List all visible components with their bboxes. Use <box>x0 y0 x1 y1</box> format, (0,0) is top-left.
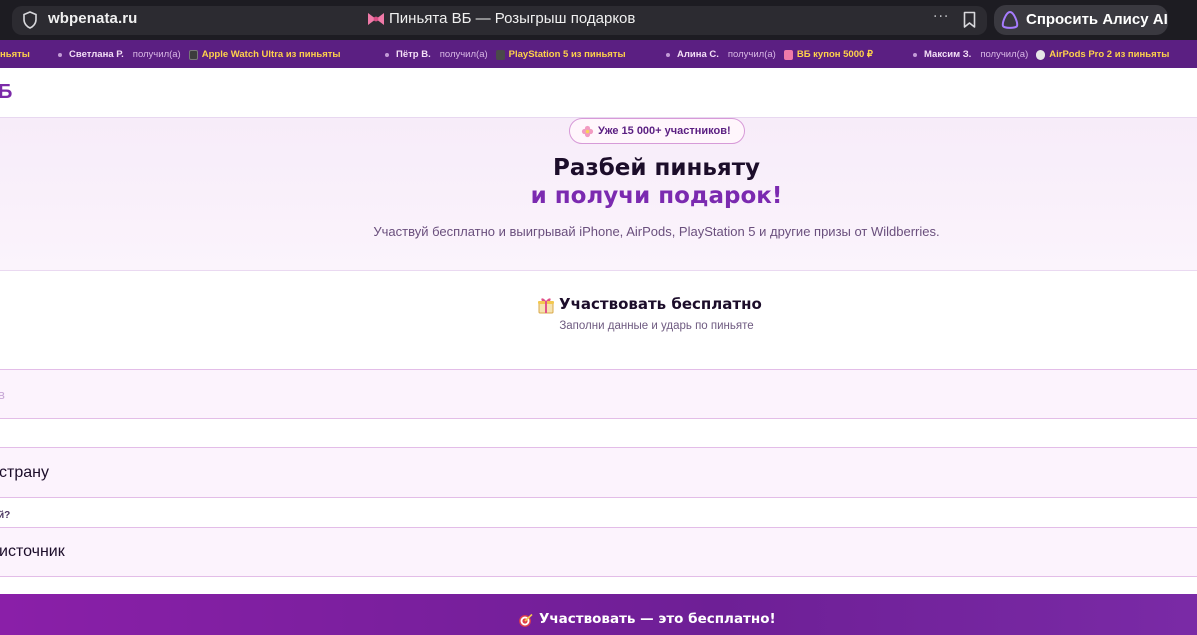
ticker-dot <box>385 52 389 57</box>
bookmark-icon[interactable] <box>962 11 977 29</box>
ticker-dot <box>666 52 670 57</box>
ticker-action: получил(а) <box>439 49 488 60</box>
source-label: й? <box>0 510 11 521</box>
bow-icon <box>368 13 384 25</box>
hero-title: Разбей пиньяту <box>552 155 761 181</box>
flower-icon <box>581 125 594 138</box>
form-subtitle: Заполни данные и ударь по пиньяте <box>559 320 754 332</box>
ticker-prize: AirPods Pro 2 из пиньяты <box>1049 49 1170 60</box>
ticker-winner-name: Светлана Р. <box>69 49 124 60</box>
winners-ticker: ньяты Светлана Р. получил(а) Apple Watch… <box>0 40 1197 68</box>
ticker-dot <box>913 52 917 57</box>
gift-icon <box>538 298 554 314</box>
url-text[interactable]: wbpenata.ru <box>48 10 137 27</box>
ticker-winner-name: Пётр В. <box>396 49 431 60</box>
ticker-winner-name: Максим З. <box>924 49 972 60</box>
target-icon <box>519 613 533 627</box>
more-options-icon[interactable]: ··· <box>933 9 949 25</box>
ticker-prize: ньяты <box>0 49 30 60</box>
gamepad-icon <box>495 49 505 60</box>
ticker-item: Алина С. получил(а) ВБ купон 5000 ₽ <box>666 49 873 60</box>
ticker-prize: ВБ купон 5000 ₽ <box>796 49 873 60</box>
hero-title-accent: и получи подарок! <box>530 183 783 209</box>
headphones-icon <box>1036 49 1046 60</box>
shopping-bag-icon <box>783 49 793 60</box>
name-field[interactable] <box>0 369 1197 419</box>
ticker-action: получил(а) <box>980 49 1029 60</box>
name-field-placeholder: в <box>0 387 5 402</box>
ticker-dot <box>58 52 62 57</box>
participate-cta-label[interactable]: Участвовать — это бесплатно! <box>539 611 776 627</box>
ticker-prize: Apple Watch Ultra из пиньяты <box>201 49 341 60</box>
page-title: Пиньята ВБ — Розыгрыш подарков <box>389 10 636 27</box>
ticker-action: получил(а) <box>132 49 181 60</box>
country-select-value: страну <box>0 464 49 481</box>
country-select[interactable] <box>0 447 1197 498</box>
watch-icon <box>188 49 198 60</box>
ask-alice-label[interactable]: Спросить Алису AI <box>1026 11 1168 28</box>
site-header <box>0 68 1197 118</box>
shield-icon[interactable] <box>22 11 38 29</box>
ticker-item: Пётр В. получил(а) PlayStation 5 из пинь… <box>385 49 626 60</box>
form-title: Участвовать бесплатно <box>559 295 762 313</box>
alice-icon <box>1001 10 1019 29</box>
ticker-item: Максим З. получил(а) AirPods Pro 2 из пи… <box>913 49 1169 60</box>
ticker-fragment: ньяты <box>0 49 30 60</box>
ticker-item: Светлана Р. получил(а) Apple Watch Ultra… <box>58 49 341 60</box>
hero-subtitle: Участвуй бесплатно и выигрывай iPhone, A… <box>373 224 940 239</box>
ticker-prize: PlayStation 5 из пиньяты <box>508 49 626 60</box>
ticker-winner-name: Алина С. <box>677 49 719 60</box>
site-logo[interactable]: Б <box>0 81 12 104</box>
source-select-value: источник <box>0 543 65 560</box>
ticker-action: получил(а) <box>727 49 776 60</box>
participants-badge-text: Уже 15 000+ участников! <box>598 125 731 137</box>
source-select[interactable] <box>0 527 1197 577</box>
